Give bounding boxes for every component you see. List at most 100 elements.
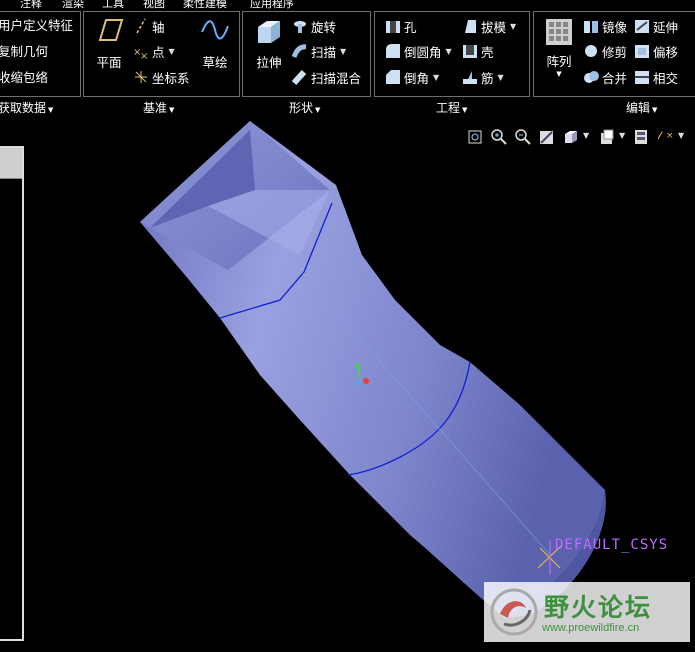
menu-annotate[interactable]: 注释 xyxy=(20,0,42,10)
swept-blend-icon xyxy=(292,69,307,85)
menu-tools[interactable]: 工具 xyxy=(102,0,124,10)
saved-views-dropdown-arrow[interactable]: ▼ xyxy=(619,131,625,140)
sweep-dropdown-arrow[interactable]: ▼ xyxy=(340,47,346,56)
menu-flexible-modeling[interactable]: 柔性建模 xyxy=(183,0,227,10)
extend-label: 延伸 xyxy=(653,19,679,35)
group-label-editing[interactable]: 编辑 ▼ xyxy=(626,99,657,116)
rib-label: 筋 xyxy=(481,70,494,86)
rib-dropdown-arrow[interactable]: ▼ xyxy=(498,73,504,82)
draft-button[interactable]: 拔模 ▼ xyxy=(462,16,516,36)
group-label-shapes[interactable]: 形状 ▼ xyxy=(289,99,320,116)
mirror-icon xyxy=(584,21,598,33)
rib-button[interactable]: 筋 ▼ xyxy=(462,67,504,87)
copy-geometry-label: 复制几何 xyxy=(0,43,49,59)
revolve-label: 旋转 xyxy=(311,19,337,35)
revolve-icon xyxy=(294,21,306,33)
sketch-label: 草绘 xyxy=(202,55,228,70)
axis-icon xyxy=(136,18,146,34)
offset-icon xyxy=(635,45,649,58)
pattern-icon xyxy=(546,19,572,45)
pattern-dropdown-arrow[interactable]: ▼ xyxy=(556,70,561,78)
pattern-label: 阵列 xyxy=(546,54,572,69)
sweep-button[interactable]: 扫描 ▼ xyxy=(292,41,346,61)
chamfer-icon xyxy=(386,70,400,84)
display-style-dropdown-arrow[interactable]: ▼ xyxy=(583,131,589,140)
round-icon xyxy=(386,44,400,58)
svg-text:×: × xyxy=(666,131,674,141)
csys-label: DEFAULT_CSYS xyxy=(555,537,669,553)
trim-icon xyxy=(585,45,597,57)
watermark-title: 野火论坛 xyxy=(544,593,653,622)
draft-dropdown-arrow[interactable]: ▼ xyxy=(510,22,516,31)
datum-display-icon[interactable]: ⁄ × xyxy=(658,128,676,146)
point-label: 点 xyxy=(152,44,165,60)
axis-button[interactable]: 轴 xyxy=(133,16,165,36)
svg-text:×: × xyxy=(140,51,148,59)
csys-button[interactable]: 坐标系 xyxy=(133,67,190,87)
refit-icon[interactable] xyxy=(466,128,484,146)
datum-display-dropdown-arrow[interactable]: ▼ xyxy=(678,131,684,140)
revolve-button[interactable]: 旋转 xyxy=(292,16,336,36)
shrinkwrap-label: 收缩包络 xyxy=(0,69,49,85)
sketch-button[interactable]: 草绘 xyxy=(196,18,234,78)
ribbon-group-labels: 获取数据 ▼ 基准 ▼ 形状 ▼ 工程 ▼ 编辑 ▼ xyxy=(0,98,695,116)
user-defined-feature-button[interactable]: 用户定义特征 xyxy=(0,14,73,34)
round-dropdown-arrow[interactable]: ▼ xyxy=(446,47,452,56)
round-button[interactable]: 倒圆角 ▼ xyxy=(385,41,452,61)
hole-label: 孔 xyxy=(404,19,417,35)
group-label-engineering[interactable]: 工程 ▼ xyxy=(436,99,467,116)
plane-label: 平面 xyxy=(96,55,122,70)
shell-label: 壳 xyxy=(481,44,494,60)
extrude-label: 拉伸 xyxy=(256,55,282,70)
sweep-icon xyxy=(292,44,307,58)
intersect-icon xyxy=(635,71,649,84)
hole-button[interactable]: 孔 xyxy=(385,16,417,36)
intersect-label: 相交 xyxy=(653,70,679,86)
watermark: 野火论坛 www.proewildfire.cn xyxy=(484,582,690,642)
copy-geometry-button[interactable]: 复制几何 xyxy=(0,40,48,60)
menu-bar: 注释 渲染 工具 视图 柔性建模 应用程序 xyxy=(0,0,695,10)
mirror-button[interactable]: 镜像 xyxy=(583,16,627,36)
intersect-button[interactable]: 相交 xyxy=(634,67,678,87)
zoom-in-icon[interactable] xyxy=(490,128,508,146)
pattern-button[interactable]: 阵列 ▼ xyxy=(540,18,578,78)
point-icon: ×× xyxy=(133,47,148,59)
watermark-url: www.proewildfire.cn xyxy=(542,622,640,634)
menu-render[interactable]: 渲染 xyxy=(62,0,84,10)
point-dropdown-arrow[interactable]: ▼ xyxy=(169,47,175,56)
graphics-viewport[interactable] xyxy=(24,116,695,649)
extend-button[interactable]: 延伸 xyxy=(634,16,678,36)
model-3d-view[interactable] xyxy=(24,116,695,649)
ribbon: 用户定义特征 复制几何 收缩包络 平面 轴 × × 点 ▼ 坐标系 草绘 拉伸 旋转… xyxy=(0,10,695,98)
model-tree-panel[interactable] xyxy=(0,146,24,641)
mirror-label: 镜像 xyxy=(602,19,628,35)
shell-button[interactable]: 壳 xyxy=(462,41,494,61)
chamfer-button[interactable]: 倒角 ▼ xyxy=(385,67,439,87)
repaint-icon[interactable] xyxy=(538,128,556,146)
rib-icon xyxy=(463,71,477,84)
user-defined-feature-label: 用户定义特征 xyxy=(0,17,74,33)
merge-button[interactable]: 合并 xyxy=(583,67,627,87)
saved-views-icon[interactable] xyxy=(598,128,616,146)
model-tree-header[interactable] xyxy=(0,148,22,179)
swept-blend-button[interactable]: 扫描混合 xyxy=(292,67,361,87)
zoom-out-icon[interactable] xyxy=(514,128,532,146)
plane-button[interactable]: 平面 xyxy=(90,18,128,78)
view-manager-icon[interactable] xyxy=(632,128,650,146)
offset-button[interactable]: 偏移 xyxy=(634,41,678,61)
shrinkwrap-button[interactable]: 收缩包络 xyxy=(0,66,48,86)
group-label-get-data[interactable]: 获取数据 ▼ xyxy=(0,99,53,116)
menu-applications[interactable]: 应用程序 xyxy=(250,0,294,10)
watermark-logo xyxy=(490,588,538,636)
round-label: 倒圆角 xyxy=(404,44,442,60)
display-style-icon[interactable] xyxy=(562,128,580,146)
chamfer-dropdown-arrow[interactable]: ▼ xyxy=(433,73,439,82)
merge-icon xyxy=(584,71,599,83)
draft-icon xyxy=(465,20,476,33)
trim-button[interactable]: 修剪 xyxy=(583,41,627,61)
menu-view[interactable]: 视图 xyxy=(143,0,165,10)
point-button[interactable]: × × 点 ▼ xyxy=(133,41,175,61)
csys-label: 坐标系 xyxy=(152,70,190,86)
extrude-button[interactable]: 拉伸 xyxy=(250,18,288,78)
group-label-datum[interactable]: 基准 ▼ xyxy=(143,99,174,116)
